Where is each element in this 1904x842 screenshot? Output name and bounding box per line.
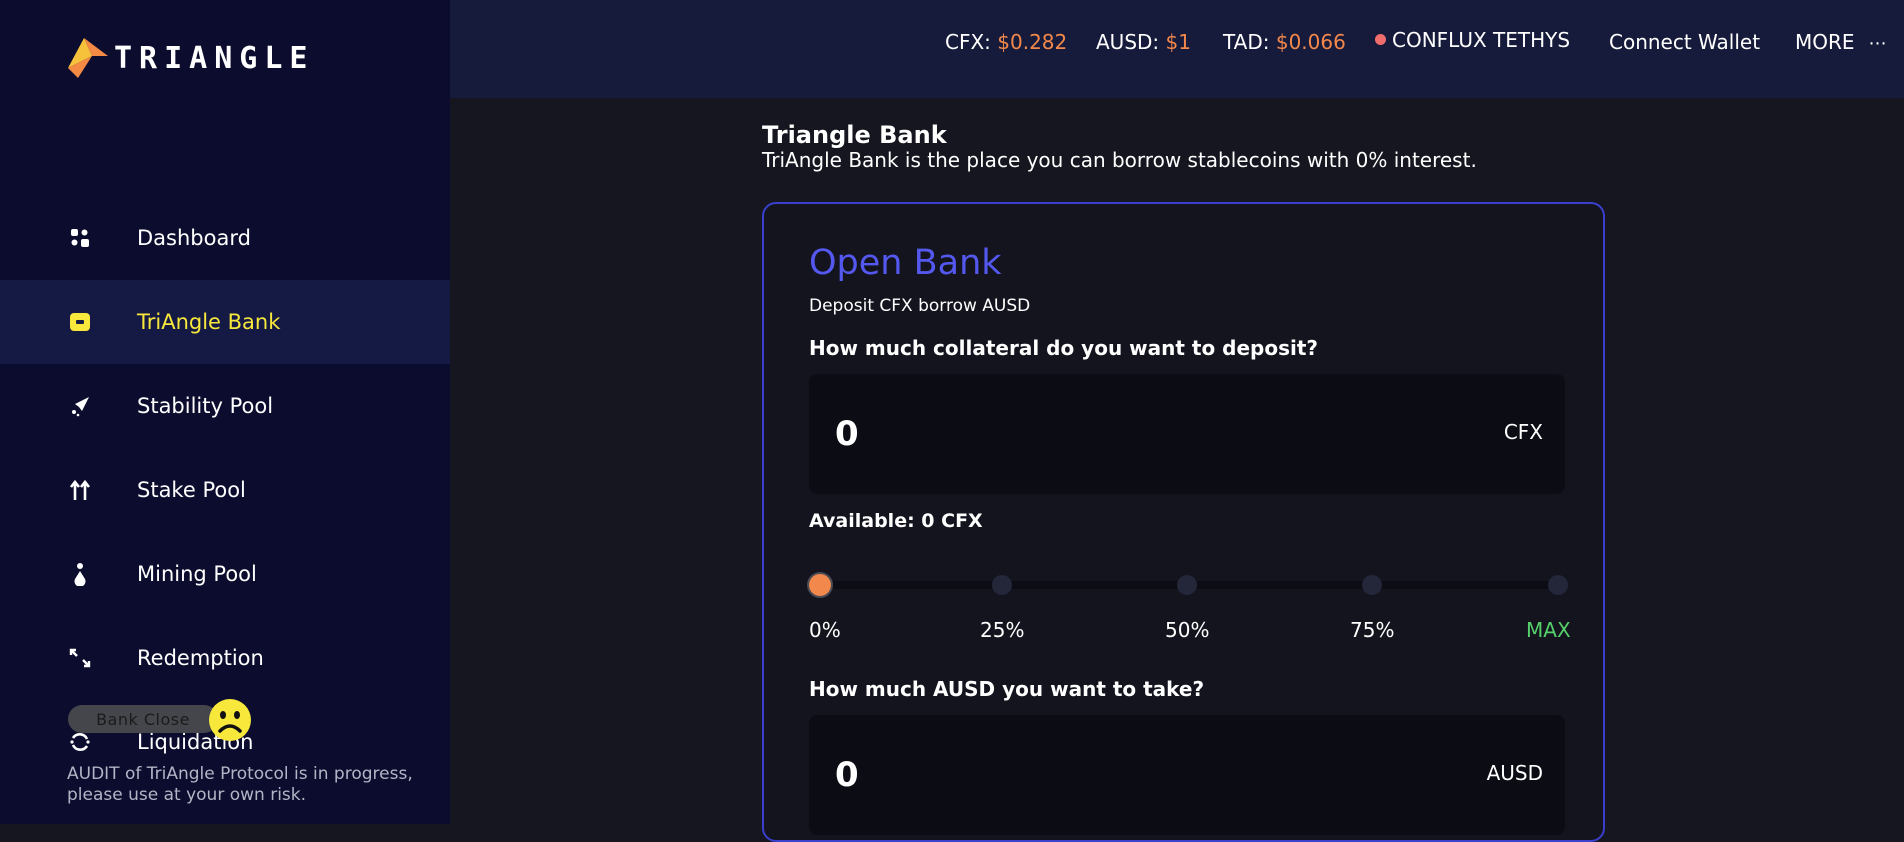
borrow-unit: AUSD [1486,761,1543,785]
price-label: AUSD: [1096,30,1166,54]
slider-tick-25[interactable]: 25% [980,618,1024,642]
card-subtitle: Deposit CFX borrow AUSD [809,296,1031,316]
sidebar-item-mining-pool[interactable]: Mining Pool [0,532,450,616]
wallet-icon [68,310,92,334]
sidebar-item-redemption[interactable]: Redemption [0,616,450,700]
sidebar-item-stability-pool[interactable]: Stability Pool [0,364,450,448]
rocket-icon [68,394,92,418]
sidebar-item-label: Redemption [137,646,264,670]
slider-tick-max[interactable]: MAX [1526,618,1571,642]
brand-name: TRIANGLE [114,40,315,76]
slider-tick-0[interactable]: 0% [809,618,841,642]
sidebar-nav: Dashboard TriAngle Bank Stability Pool S… [0,196,450,784]
sidebar-item-label: Mining Pool [137,562,257,586]
slider-tick-75[interactable]: 75% [1350,618,1394,642]
page-description: TriAngle Bank is the place you can borro… [762,148,1477,172]
double-arrow-up-icon [68,478,92,502]
open-bank-card: Open Bank Deposit CFX borrow AUSD How mu… [762,202,1605,842]
price-label: CFX: [945,30,998,54]
brand-logo[interactable]: TRIANGLE [64,34,315,82]
network-status-dot [1375,34,1386,45]
sidebar-item-label: Stake Pool [137,478,246,502]
borrow-question: How much AUSD you want to take? [809,677,1205,701]
sidebar-item-stake-pool[interactable]: Stake Pool [0,448,450,532]
slider-step-max[interactable] [1548,575,1568,595]
cfx-price: CFX: $0.282 [945,30,1067,54]
slider-step-25[interactable] [992,575,1012,595]
collateral-input[interactable] [833,408,1397,460]
user-drop-icon [68,562,92,586]
collateral-slider[interactable] [807,572,1568,598]
borrow-input[interactable] [833,749,1397,801]
network-indicator[interactable]: CONFLUX TETHYS [1375,28,1570,52]
more-label: MORE [1795,30,1855,54]
connect-wallet-button[interactable]: Connect Wallet [1609,30,1760,54]
triangle-logo-icon [68,38,108,78]
price-value: $0.066 [1275,30,1346,54]
collateral-question: How much collateral do you want to depos… [809,336,1319,360]
price-value: $1 [1165,30,1191,54]
slider-handle[interactable] [807,572,833,598]
page-title: Triangle Bank [762,121,947,149]
available-balance: Available: 0 CFX [809,510,983,532]
card-title: Open Bank [809,243,1002,283]
sidebar-item-dashboard[interactable]: Dashboard [0,196,450,280]
arrows-in-icon [68,646,92,670]
sidebar-item-label: Dashboard [137,226,251,250]
ausd-price: AUSD: $1 [1096,30,1191,54]
price-label: TAD: [1223,30,1276,54]
slider-step-50[interactable] [1177,575,1197,595]
sidebar-item-label: Stability Pool [137,394,274,418]
audit-note: AUDIT of TriAngle Protocol is in progres… [67,764,413,805]
bank-status-badge: Bank Close [68,705,218,733]
price-value: $0.282 [997,30,1068,54]
more-dots-icon: ⋯ [1868,33,1887,54]
dashboard-icon [68,226,92,250]
collateral-amount-box: CFX [809,374,1565,494]
slider-tick-50[interactable]: 50% [1165,618,1209,642]
tad-price: TAD: $0.066 [1223,30,1346,54]
more-menu-button[interactable]: MORE ⋯ [1795,30,1887,54]
sad-face-icon [209,699,251,741]
refresh-icon [68,730,92,754]
borrow-amount-box: AUSD [809,715,1565,835]
collateral-unit: CFX [1503,420,1543,444]
slider-step-75[interactable] [1362,575,1382,595]
sidebar-item-label: TriAngle Bank [137,310,281,334]
network-name: CONFLUX TETHYS [1392,28,1571,52]
top-bar: CFX: $0.282 AUSD: $1 TAD: $0.066 CONFLUX… [450,0,1904,98]
sidebar: TRIANGLE Dashboard TriAngle Bank Stabili… [0,0,450,824]
sidebar-item-triangle-bank[interactable]: TriAngle Bank [0,280,450,364]
